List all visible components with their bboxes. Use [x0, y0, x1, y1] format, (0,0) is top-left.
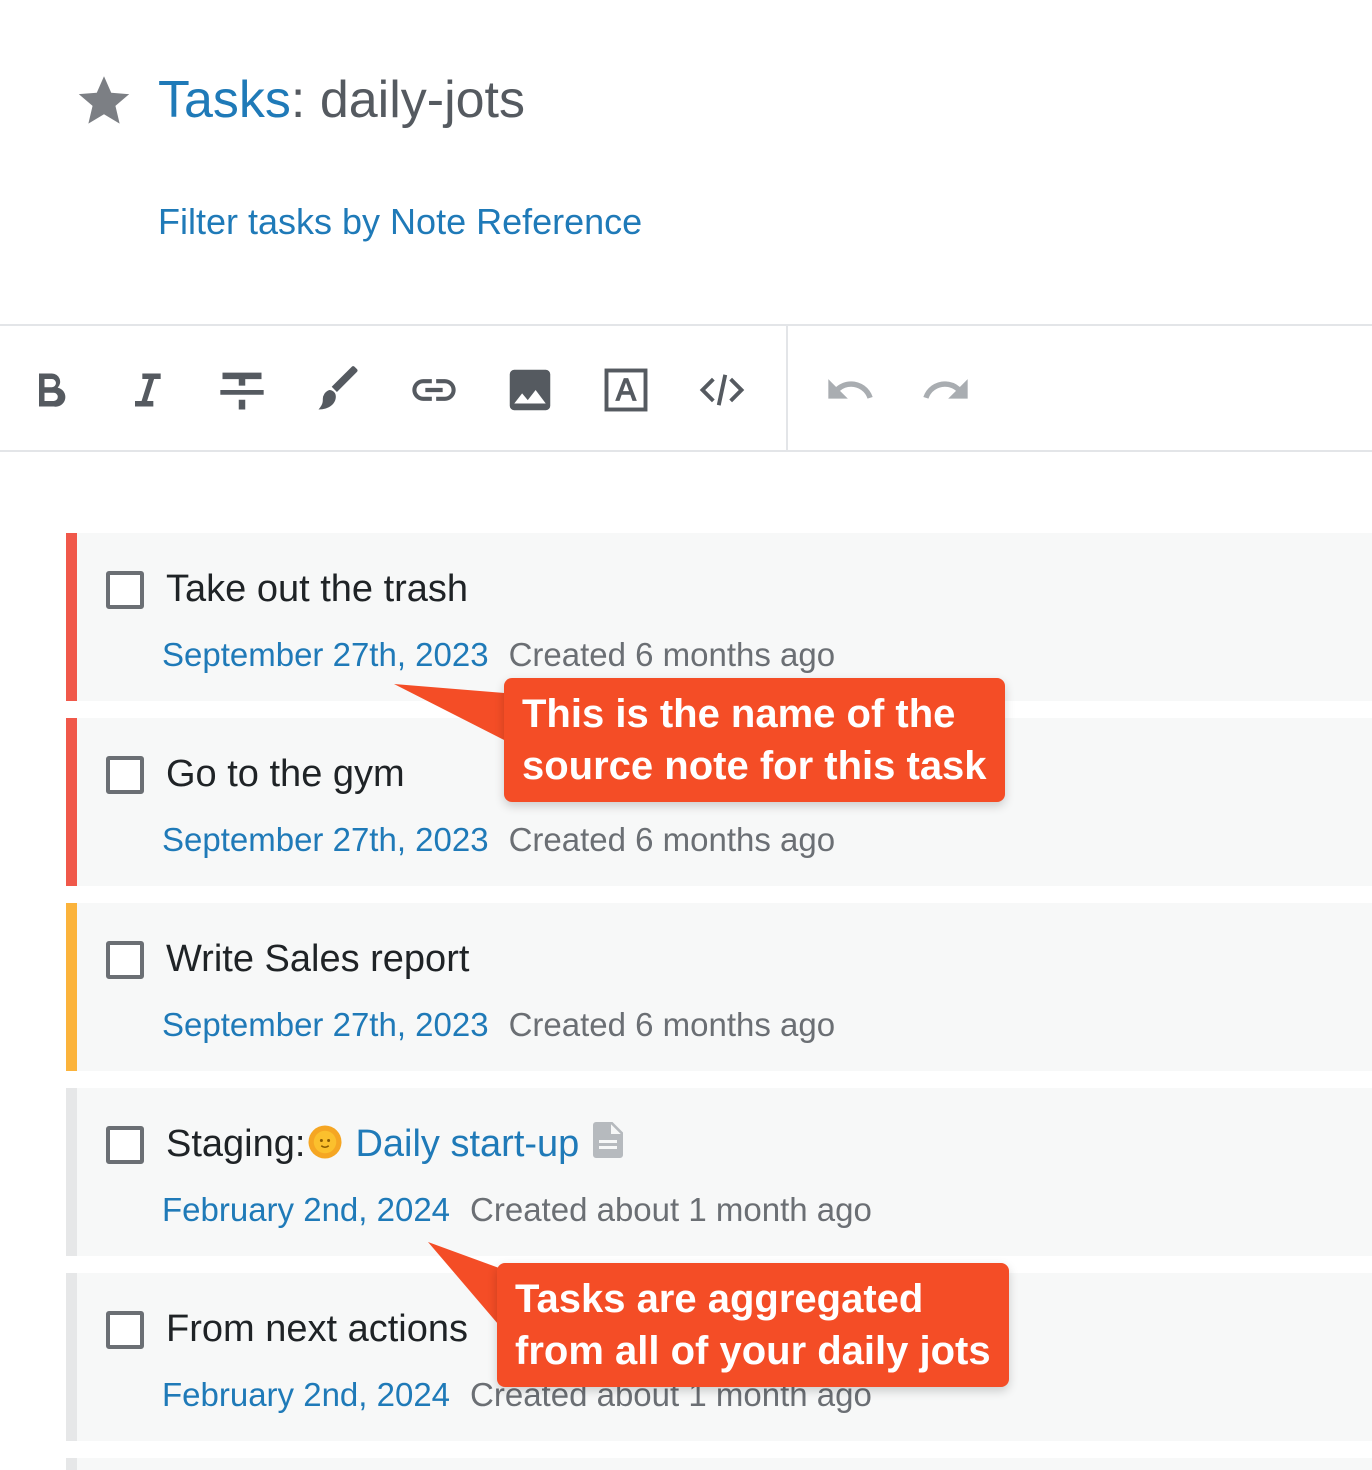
task-text[interactable]: Take out the trash [166, 565, 468, 613]
priority-accent [66, 1088, 77, 1256]
note-link-daily-start-up[interactable]: Daily start-up [355, 1123, 579, 1165]
title-note-name: daily-jots [305, 71, 526, 129]
task-text[interactable]: Go to the gym [166, 750, 405, 798]
link-button[interactable] [404, 360, 464, 420]
task-row: Take out the trash September 27th, 2023 C… [66, 533, 1372, 701]
task-row [66, 1458, 1372, 1470]
task-meta: September 27th, 2023 Created 6 months ago [162, 633, 835, 677]
code-icon [699, 374, 745, 406]
callout-line: This is the name of the [522, 692, 956, 736]
callout-line: Tasks are aggregated [515, 1277, 924, 1321]
task-meta: September 27th, 2023 Created 6 months ago [162, 818, 835, 862]
filter-by-note-reference-link[interactable]: Filter tasks by Note Reference [158, 200, 642, 244]
priority-accent [66, 718, 77, 886]
task-meta: February 2nd, 2024 Created about 1 month … [162, 1188, 872, 1232]
bold-button[interactable] [20, 360, 80, 420]
task-text[interactable]: From next actions [166, 1305, 468, 1353]
redo-icon [923, 379, 968, 399]
task-checkbox[interactable] [106, 571, 144, 609]
toolbar-divider [786, 326, 788, 450]
task-text-prefix: Staging: [166, 1123, 306, 1165]
task-row: Write Sales report September 27th, 2023 C… [66, 903, 1372, 1071]
priority-accent [66, 533, 77, 701]
task-row: Staging: Daily start-up February 2nd, 20… [66, 1088, 1372, 1256]
undo-button[interactable] [820, 360, 880, 420]
strikethrough-button[interactable] [212, 360, 272, 420]
source-note-link[interactable]: February 2nd, 2024 [162, 1191, 450, 1228]
created-time: Created about 1 month ago [470, 1191, 872, 1228]
task-checkbox[interactable] [106, 1126, 144, 1164]
text-box-icon [604, 368, 648, 412]
source-note-link[interactable]: September 27th, 2023 [162, 821, 489, 858]
source-note-link[interactable]: September 27th, 2023 [162, 1006, 489, 1043]
task-text[interactable]: Staging: Daily start-up [166, 1120, 624, 1168]
callout-line: source note for this task [522, 744, 987, 788]
task-checkbox[interactable] [106, 941, 144, 979]
bold-icon [39, 373, 66, 407]
italic-button[interactable] [116, 360, 176, 420]
image-icon [509, 369, 551, 411]
task-checkbox[interactable] [106, 756, 144, 794]
task-text[interactable]: Write Sales report [166, 935, 469, 983]
annotation-callout: Tasks are aggregated from all of your da… [497, 1263, 1009, 1387]
brush-icon [318, 366, 358, 410]
callout-arrow [394, 684, 516, 746]
task-checkbox[interactable] [106, 1311, 144, 1349]
redo-button[interactable] [916, 360, 976, 420]
undo-icon [828, 379, 873, 399]
code-button[interactable] [692, 360, 752, 420]
text-box-button[interactable] [596, 360, 656, 420]
document-icon [593, 1122, 624, 1158]
page-title: Tasks: daily-jots [158, 70, 525, 130]
source-note-link[interactable]: September 27th, 2023 [162, 636, 489, 673]
title-separator: : [290, 71, 306, 129]
task-meta: September 27th, 2023 Created 6 months ago [162, 1003, 835, 1047]
link-icon [412, 379, 456, 401]
editor-toolbar [0, 324, 1372, 452]
strikethrough-icon [220, 372, 264, 410]
priority-accent [66, 1458, 77, 1470]
tasks-title-link[interactable]: Tasks [158, 71, 291, 129]
italic-icon [135, 373, 161, 407]
annotation-callout: This is the name of the source note for … [504, 678, 1005, 802]
created-time: Created 6 months ago [508, 636, 836, 673]
sun-face-icon [308, 1125, 342, 1159]
page: Tasks: daily-jots Filter tasks by Note R… [0, 0, 1372, 1470]
star-icon[interactable] [76, 72, 132, 128]
priority-accent [66, 1273, 77, 1441]
created-time: Created 6 months ago [508, 1006, 836, 1043]
insert-image-button[interactable] [500, 360, 560, 420]
created-time: Created 6 months ago [508, 821, 836, 858]
callout-line: from all of your daily jots [515, 1329, 991, 1373]
priority-accent [66, 903, 77, 1071]
highlight-brush-button[interactable] [308, 360, 368, 420]
source-note-link[interactable]: February 2nd, 2024 [162, 1376, 450, 1413]
